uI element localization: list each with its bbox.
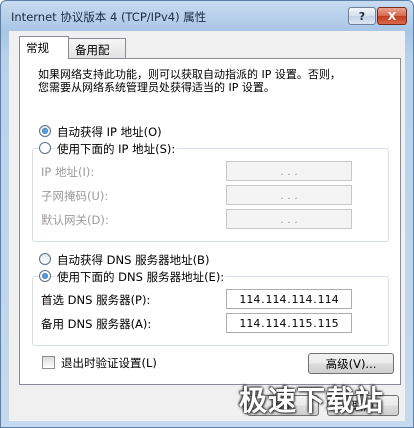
preferred-dns-octet-1: 114: [239, 292, 261, 306]
tab-alternate-config[interactable]: 备用配置: [68, 38, 126, 73]
manual-dns-radio[interactable]: [39, 270, 51, 282]
manual-ip-label[interactable]: 使用下面的 IP 地址(S):: [55, 141, 178, 157]
preferred-dns-octet-2: 114: [265, 292, 287, 306]
dot-separator: .: [261, 292, 265, 306]
description-line-1: 如果网络支持此功能，则可以获取自动指派的 IP 设置。否则，: [38, 68, 341, 81]
dns-server-group: [32, 276, 389, 346]
preferred-dns-label: 首选 DNS 服务器(P):: [41, 293, 151, 307]
alternate-dns-octet-1: 114: [239, 316, 261, 330]
preferred-dns-octet-4: 114: [317, 292, 339, 306]
ip-address-label: IP 地址(I):: [41, 165, 95, 179]
manual-ip-radio[interactable]: [39, 142, 51, 154]
help-button[interactable]: ?: [348, 7, 376, 25]
description-line-2: 您需要从网络系统管理员处获得适当的 IP 设置。: [38, 81, 275, 94]
validate-settings-label[interactable]: 退出时验证设置(L): [61, 355, 157, 371]
alternate-dns-label: 备用 DNS 服务器(A):: [41, 317, 152, 331]
alternate-dns-octet-4: 115: [317, 316, 339, 330]
auto-ip-radio[interactable]: [39, 125, 51, 137]
dot-separator: .: [287, 316, 291, 330]
tab-general[interactable]: 常规: [19, 36, 69, 59]
advanced-button[interactable]: 高级(V)...: [308, 353, 394, 374]
preferred-dns-octet-3: 114: [291, 292, 313, 306]
ip-address-field[interactable]: . . .: [226, 161, 352, 181]
dot-separator: .: [313, 316, 317, 330]
dot-separator: .: [261, 316, 265, 330]
description-text: 如果网络支持此功能，则可以获取自动指派的 IP 设置。否则， 您需要从网络系统管…: [38, 68, 341, 94]
validate-settings-checkbox[interactable]: [42, 356, 55, 369]
auto-ip-label[interactable]: 自动获得 IP 地址(O): [57, 124, 162, 140]
preferred-dns-field[interactable]: 114. 114. 114. 114: [226, 289, 352, 309]
general-tab-panel: 如果网络支持此功能，则可以获取自动指派的 IP 设置。否则， 您需要从网络系统管…: [19, 58, 401, 385]
close-button[interactable]: X: [377, 7, 407, 25]
default-gateway-label: 默认网关(D):: [41, 213, 109, 227]
auto-dns-radio[interactable]: [39, 253, 51, 265]
manual-dns-label[interactable]: 使用下面的 DNS 服务器地址(E):: [55, 269, 227, 285]
default-gateway-field[interactable]: . . .: [226, 209, 352, 229]
dot-separator: .: [313, 292, 317, 306]
subnet-mask-label: 子网掩码(U):: [41, 189, 109, 203]
dialog-window: Internet 协议版本 4 (TCP/IPv4) 属性 ? X 常规 备用配…: [0, 0, 414, 428]
title-bar[interactable]: Internet 协议版本 4 (TCP/IPv4) 属性 ? X: [1, 1, 413, 31]
alternate-dns-field[interactable]: 114. 114. 115. 115: [226, 313, 352, 333]
subnet-mask-field[interactable]: . . .: [226, 185, 352, 205]
alternate-dns-octet-3: 115: [291, 316, 313, 330]
dot-separator: .: [287, 292, 291, 306]
alternate-dns-octet-2: 114: [265, 316, 287, 330]
window-title: Internet 协议版本 4 (TCP/IPv4) 属性: [11, 10, 207, 24]
dialog-client-area: 常规 备用配置 如果网络支持此功能，则可以获取自动指派的 IP 设置。否则， 您…: [9, 31, 405, 421]
auto-dns-label[interactable]: 自动获得 DNS 服务器地址(B): [57, 252, 209, 268]
watermark-text: 极速下载站: [239, 384, 385, 417]
